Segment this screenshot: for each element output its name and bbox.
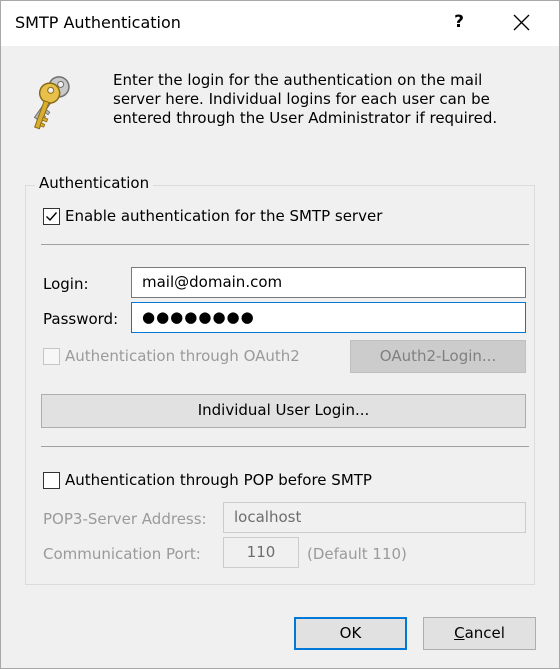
- separator: [41, 446, 529, 447]
- pop3-server-input[interactable]: localhost: [223, 502, 526, 533]
- oauth2-label[interactable]: Authentication through OAuth2: [65, 347, 300, 365]
- ok-button[interactable]: OK: [294, 617, 407, 650]
- login-label: Login:: [43, 275, 89, 293]
- cancel-label-rest: ancel: [464, 624, 505, 642]
- help-button[interactable]: ?: [441, 7, 477, 37]
- intro-text: Enter the login for the authentication o…: [113, 71, 498, 127]
- cancel-accelerator: C: [454, 624, 465, 642]
- pop3-server-label: POP3-Server Address:: [43, 510, 207, 528]
- separator: [41, 244, 529, 245]
- enable-smtp-auth-label[interactable]: Enable authentication for the SMTP serve…: [65, 207, 382, 225]
- pop-before-smtp-label[interactable]: Authentication through POP before SMTP: [65, 471, 372, 489]
- comm-port-label: Communication Port:: [43, 545, 201, 563]
- cancel-button[interactable]: Cancel: [423, 617, 536, 650]
- login-input[interactable]: mail@domain.com: [131, 267, 526, 298]
- pop-before-smtp-checkbox[interactable]: [43, 472, 60, 489]
- title-bar[interactable]: SMTP Authentication ?: [1, 1, 559, 46]
- close-button[interactable]: [501, 7, 541, 37]
- window-title: SMTP Authentication: [15, 13, 181, 32]
- oauth2-checkbox[interactable]: [43, 348, 60, 365]
- keys-icon: [33, 76, 70, 130]
- password-label: Password:: [43, 310, 119, 328]
- password-input[interactable]: ●●●●●●●●: [131, 302, 526, 333]
- comm-port-hint: (Default 110): [307, 545, 407, 563]
- checkmark-icon: [46, 212, 58, 222]
- smtp-authentication-dialog: SMTP Authentication ? Enter the login fo…: [0, 0, 560, 669]
- oauth2-login-button[interactable]: OAuth2-Login...: [350, 340, 526, 373]
- close-icon: [513, 14, 530, 31]
- comm-port-input[interactable]: 110: [223, 537, 299, 568]
- individual-user-login-button[interactable]: Individual User Login...: [41, 394, 526, 428]
- enable-smtp-auth-checkbox[interactable]: [43, 208, 60, 225]
- authentication-group-label: Authentication: [35, 174, 154, 192]
